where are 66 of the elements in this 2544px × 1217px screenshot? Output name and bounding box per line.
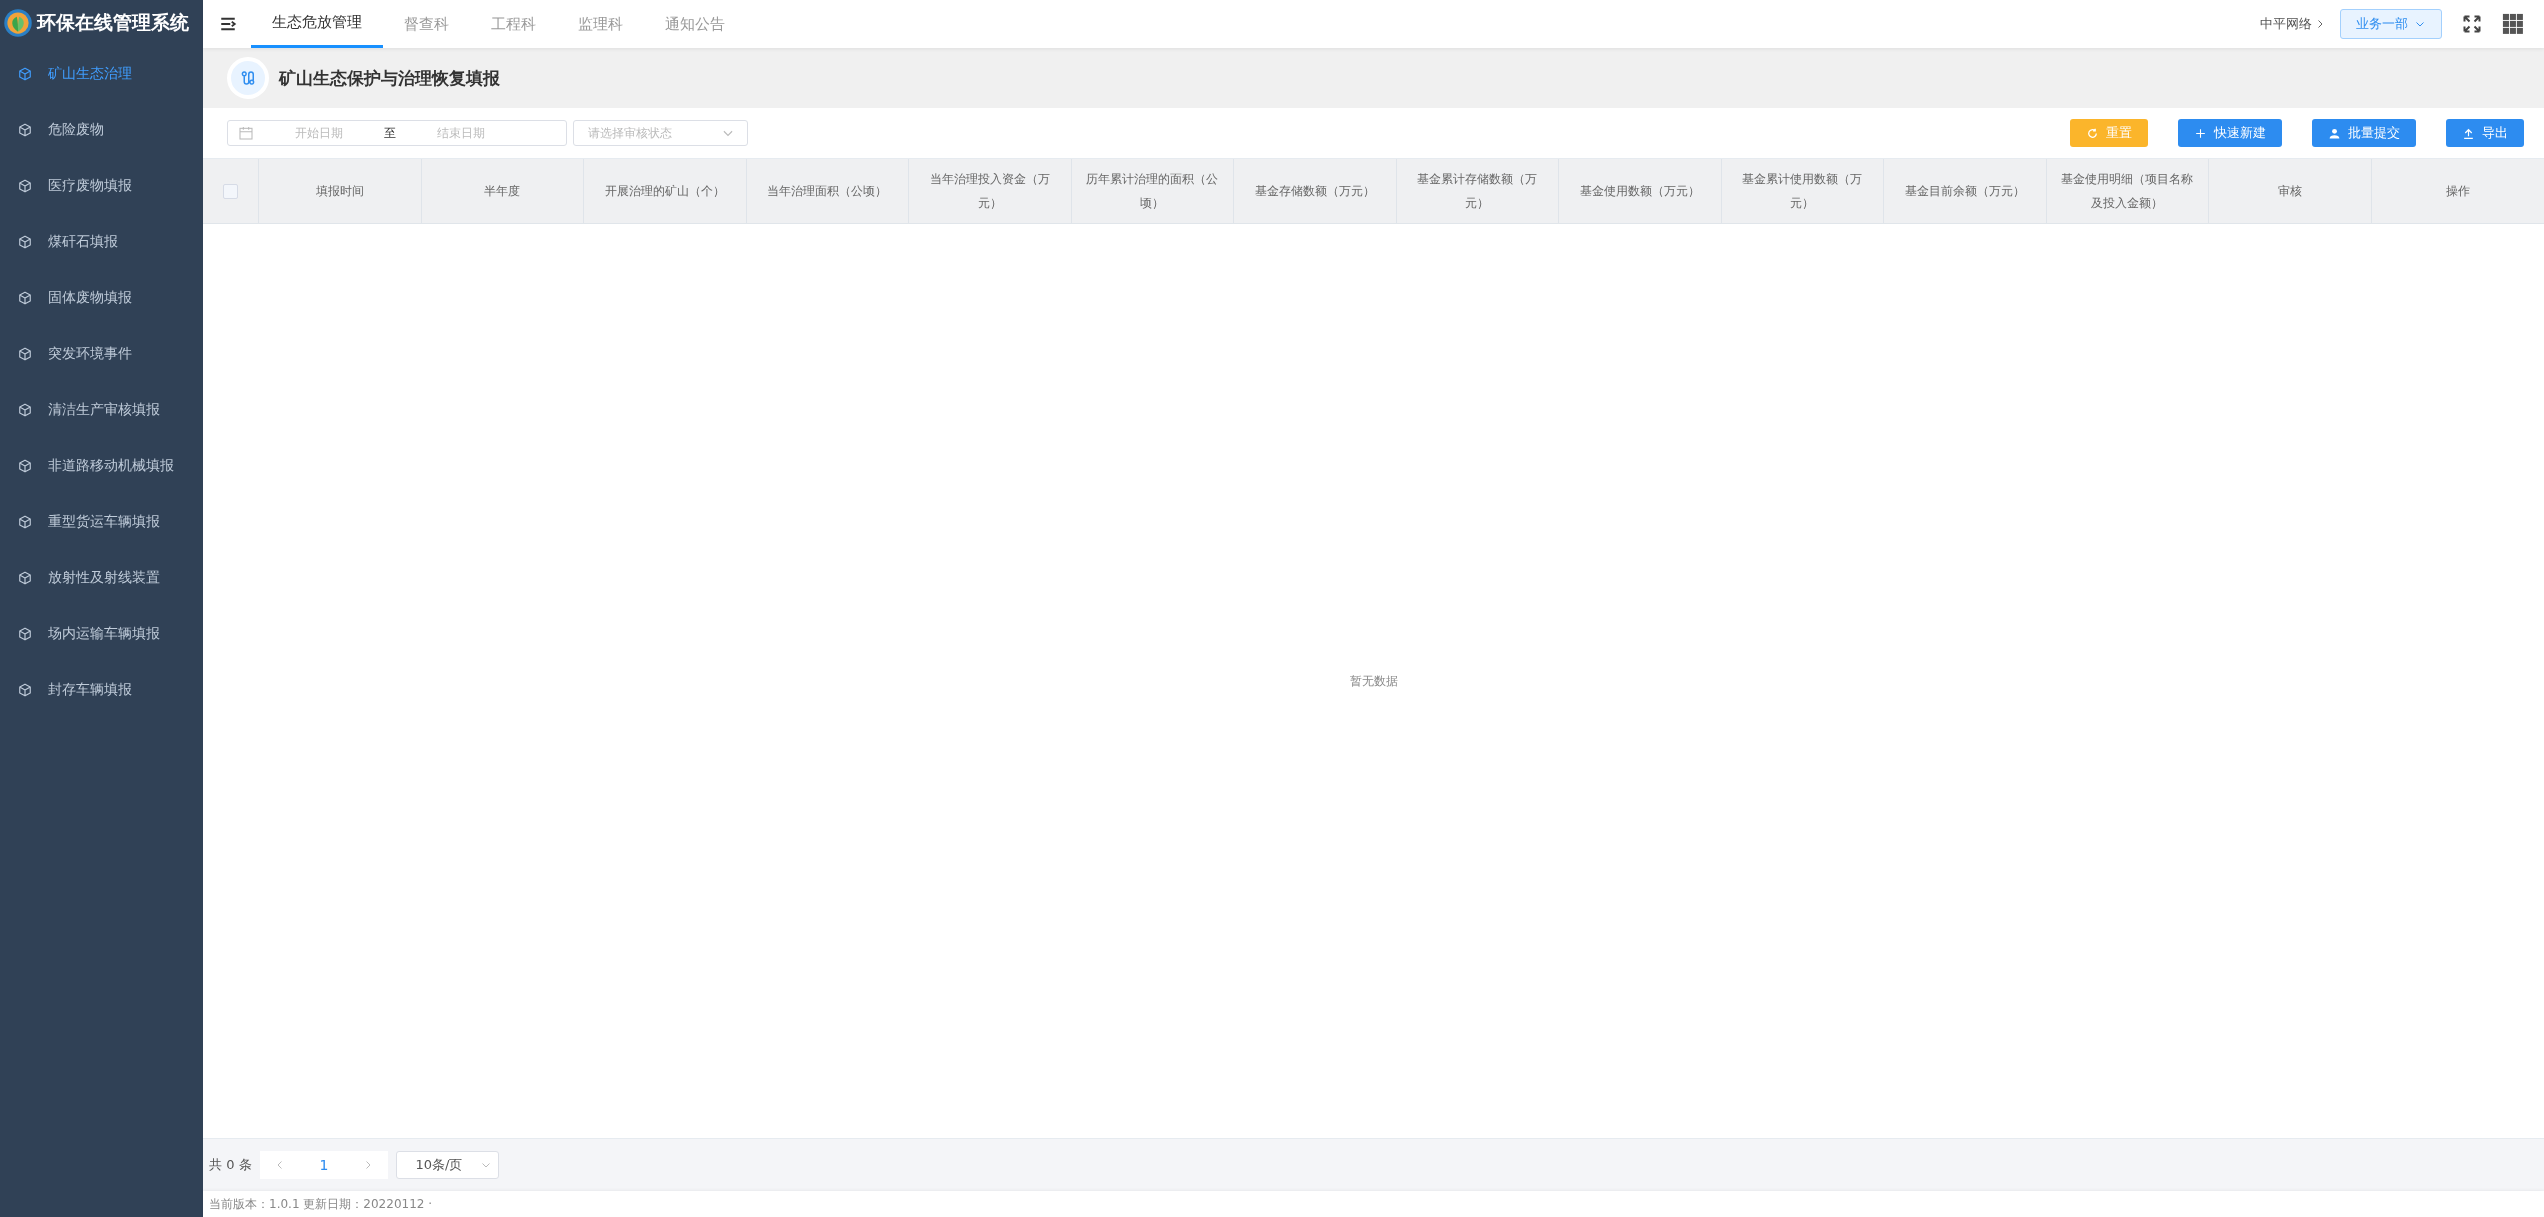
version-info: 当前版本：1.0.1 更新日期：20220112 ·: [203, 1191, 2544, 1217]
page-size-select[interactable]: 10条/页: [396, 1151, 500, 1179]
cube-icon: [18, 627, 32, 641]
cube-icon: [18, 67, 32, 81]
page-title: 矿山生态保护与治理恢复填报: [279, 66, 500, 90]
cube-icon: [18, 179, 32, 193]
cube-icon: [18, 347, 32, 361]
refresh-icon: [2086, 126, 2099, 140]
column-header: 开展治理的矿山（个）: [604, 183, 725, 200]
sidebar-item[interactable]: 固体废物填报: [0, 270, 203, 326]
end-date-input[interactable]: 结束日期: [396, 121, 526, 145]
sidebar-item[interactable]: 封存车辆填报: [0, 662, 203, 718]
status-dropdown[interactable]: 请选择审核状态: [573, 120, 748, 146]
leaf-logo-icon: [3, 8, 33, 38]
app-title: 环保在线管理系统: [37, 10, 189, 35]
upload-icon: [2462, 126, 2475, 140]
export-button[interactable]: 导出: [2446, 119, 2524, 147]
sidebar-item[interactable]: 矿山生态治理: [0, 46, 203, 102]
cube-icon: [18, 571, 32, 585]
column-header: 基金累计使用数额（万元）: [1741, 171, 1864, 212]
sidebar-item[interactable]: 清洁生产审核填报: [0, 382, 203, 438]
cube-icon: [18, 403, 32, 417]
cube-icon: [18, 291, 32, 305]
column-header: 历年累计治理的面积（公顷）: [1085, 171, 1220, 212]
submit-button[interactable]: 批量提交: [2312, 119, 2416, 147]
sidebar-item[interactable]: 场内运输车辆填报: [0, 606, 203, 662]
status-input[interactable]: 请选择审核状态: [574, 121, 721, 145]
column-header: 当年治理面积（公顷）: [767, 183, 888, 200]
start-date-input[interactable]: 开始日期: [254, 121, 384, 145]
column-header: 审核: [2277, 183, 2302, 200]
sidebar-item[interactable]: 非道路移动机械填报: [0, 438, 203, 494]
cube-icon: [18, 683, 32, 697]
sidebar-item[interactable]: 放射性及射线装置: [0, 550, 203, 606]
add-button[interactable]: 快速新建: [2178, 119, 2282, 147]
empty-message: 暂无数据: [1349, 672, 1398, 690]
apps-grid-icon[interactable]: [2502, 13, 2524, 35]
sidebar-item[interactable]: 医疗废物填报: [0, 158, 203, 214]
cube-icon: [18, 235, 32, 249]
sidebar-item[interactable]: 重型货运车辆填报: [0, 494, 203, 550]
column-header: 基金存储数额（万元）: [1254, 183, 1375, 200]
calendar-icon: [238, 125, 254, 141]
sidebar-item[interactable]: 突发环境事件: [0, 326, 203, 382]
plus-icon: [2194, 126, 2207, 140]
sidebar-item[interactable]: 煤矸石填报: [0, 214, 203, 270]
page-number[interactable]: 1: [319, 1157, 329, 1173]
column-header: 半年度: [484, 183, 521, 200]
date-range-field[interactable]: 开始日期 至 结束日期: [227, 120, 567, 146]
select-all-checkbox[interactable]: [223, 183, 238, 199]
cube-icon: [18, 515, 32, 529]
menu-icon[interactable]: [219, 15, 237, 33]
breadcrumb-link[interactable]: 中平网络: [2260, 15, 2326, 33]
column-header: 基金使用数额（万元）: [1579, 183, 1700, 200]
route-glyph-icon: [239, 69, 257, 87]
column-header: 基金使用明细（项目名称及投入金额）: [2060, 171, 2195, 212]
range-separator: 至: [384, 124, 396, 142]
column-header: 当年治理投入资金（万元）: [928, 171, 1051, 212]
fullscreen-icon[interactable]: [2462, 14, 2482, 34]
sidebar-item[interactable]: 危险废物: [0, 102, 203, 158]
column-header: 基金累计存储数额（万元）: [1416, 171, 1539, 212]
column-header: 基金目前余额（万元）: [1904, 183, 2025, 200]
column-header: 操作: [2445, 183, 2470, 200]
cube-icon: [18, 123, 32, 137]
cube-icon: [18, 459, 32, 473]
total-count: 共 0 条: [209, 1156, 252, 1174]
column-header: 填报时间: [315, 183, 364, 200]
user-icon: [2328, 126, 2341, 140]
